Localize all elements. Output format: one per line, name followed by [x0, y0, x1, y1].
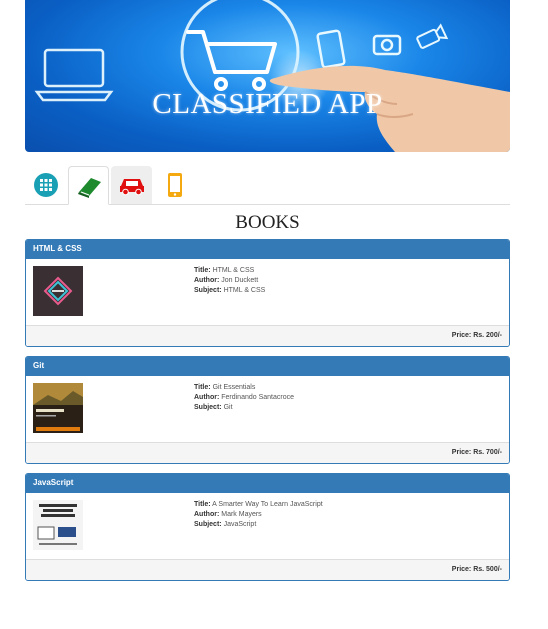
book-cover-image — [33, 266, 83, 316]
app-title: CLASSIFIED APP — [152, 88, 383, 120]
book-cover-image — [33, 500, 83, 550]
book-card: Git Title: Git Essentials Author: Ferdin… — [25, 356, 510, 464]
tab-books[interactable] — [68, 166, 109, 205]
book-details: Title: Git Essentials Author: Ferdinando… — [194, 384, 295, 411]
book-price: Price: Rs. 200/- — [26, 325, 509, 346]
book-subject: JavaScript — [223, 521, 257, 528]
book-author: Jon Duckett — [221, 277, 259, 284]
book-icon — [77, 177, 101, 198]
banner-illustration — [34, 0, 510, 152]
book-title: Git Essentials — [212, 384, 256, 391]
book-card-heading: HTML & CSS — [26, 240, 509, 259]
mobile-icon — [167, 173, 182, 197]
book-cover-image — [33, 383, 83, 433]
book-author: Mark Mayers — [221, 511, 262, 518]
book-card-body: Title: HTML & CSS Author: Jon Duckett Su… — [26, 259, 509, 325]
tab-mobiles[interactable] — [154, 166, 195, 204]
book-title: A Smarter Way To Learn JavaScript — [212, 501, 323, 508]
book-card-heading: JavaScript — [26, 474, 509, 493]
book-details: Title: HTML & CSS Author: Jon Duckett Su… — [194, 267, 266, 294]
grid-icon — [33, 173, 58, 197]
tab-cars[interactable] — [111, 166, 152, 204]
hero-banner: CLASSIFIED APP — [25, 0, 510, 152]
book-title: HTML & CSS — [212, 267, 255, 274]
book-card: HTML & CSS Title: HTML & CSS Author: Jon… — [25, 239, 510, 347]
book-details: Title: A Smarter Way To Learn JavaScript… — [194, 501, 323, 528]
book-author: Ferdinando Santacroce — [221, 394, 295, 401]
section-title: BOOKS — [235, 212, 300, 233]
book-card-body: Title: Git Essentials Author: Ferdinando… — [26, 376, 509, 442]
book-card: JavaScript Title: A Smarter Way To Learn… — [25, 473, 510, 581]
book-price: Price: Rs. 500/- — [26, 559, 509, 580]
book-price: Price: Rs. 700/- — [26, 442, 509, 463]
car-icon — [119, 179, 144, 196]
book-subject: Git — [223, 404, 233, 411]
book-card-body: Title: A Smarter Way To Learn JavaScript… — [26, 493, 509, 559]
book-subject: HTML & CSS — [223, 287, 266, 294]
book-card-heading: Git — [26, 357, 509, 376]
category-tabs — [25, 166, 510, 205]
tab-all[interactable] — [25, 166, 66, 204]
